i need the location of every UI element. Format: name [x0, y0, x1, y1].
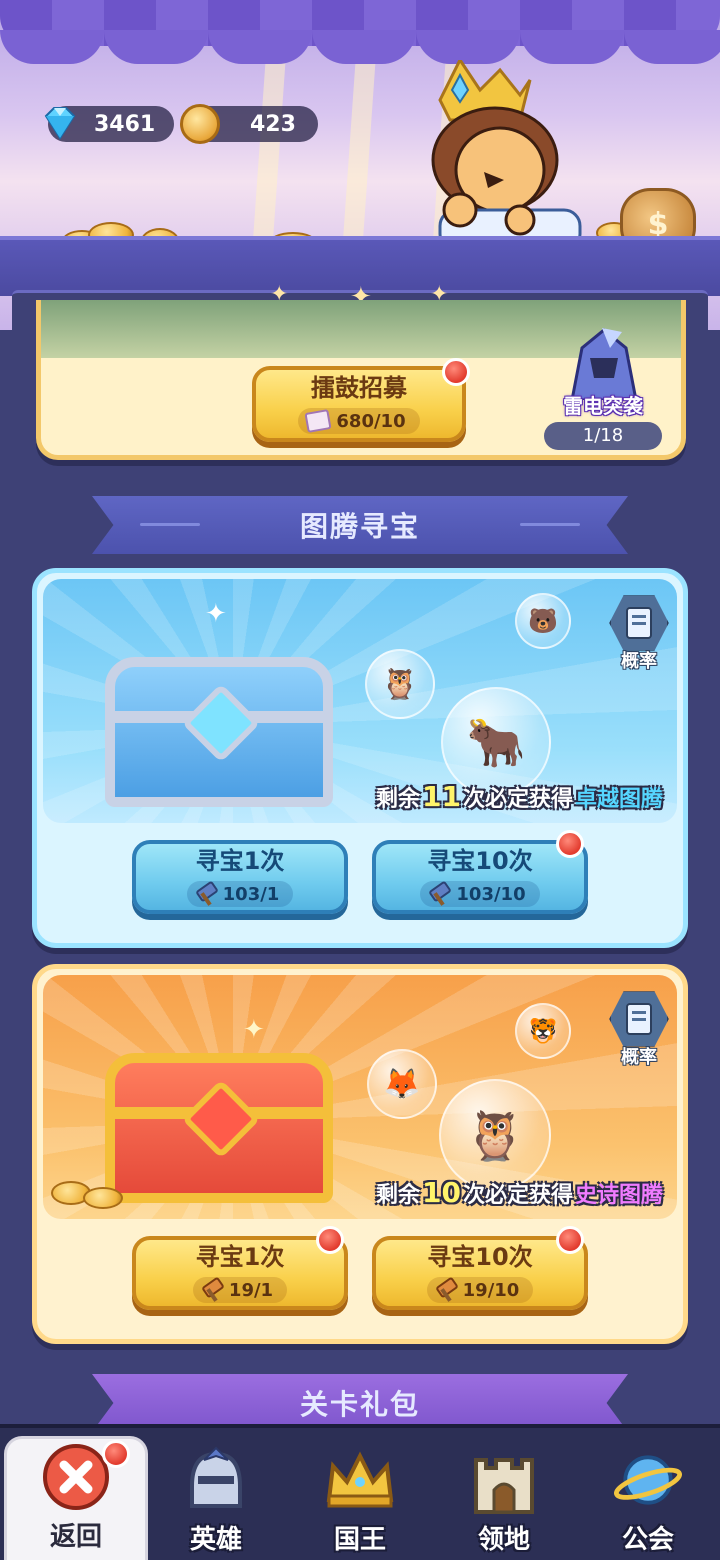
coin-counter[interactable]: 423	[180, 104, 318, 144]
draw-1-cost: 103/1	[186, 881, 294, 907]
guarantee-text: 剩余 10 次必定获得 史诗图腾	[376, 1176, 663, 1209]
draw-10-label: 寻宝10次	[427, 1243, 533, 1271]
guarantee-mid: 次必定获得	[462, 787, 573, 812]
owl-totem-icon: 🦉	[365, 649, 435, 719]
totem-card-orange: ✦ 🦊 🐯 🦉 概率 剩余 10 次必定获得 史诗图腾	[32, 964, 688, 1344]
bottom-nav: 返回 英雄 国王 领地 公会	[0, 1424, 720, 1560]
coin	[83, 1187, 123, 1209]
notification-dot	[442, 358, 470, 386]
draw-1-label: 寻宝1次	[195, 1243, 285, 1271]
chest-red	[105, 1053, 333, 1203]
fox-totem-icon: 🦊	[367, 1049, 437, 1119]
planet-icon	[614, 1455, 682, 1505]
helmet-icon	[190, 1446, 242, 1508]
notification-dot	[556, 830, 584, 858]
totem-art-orange: ✦ 🦊 🐯 🦉 概率 剩余 10 次必定获得 史诗图腾	[43, 975, 677, 1219]
probability-button[interactable]: 概率	[605, 593, 673, 673]
diamond-icon	[44, 107, 76, 140]
ribbon-decor	[140, 523, 200, 526]
curtain-scallop	[416, 30, 520, 64]
nav-label: 公会	[621, 1525, 674, 1555]
draw-10-cost: 19/10	[426, 1277, 534, 1303]
hammer-icon	[195, 883, 217, 905]
gem-counter[interactable]: 3461	[44, 106, 174, 142]
draw-10-button-blue[interactable]: 寻宝10次 103/10	[372, 840, 588, 914]
coin-amount: 423	[250, 111, 296, 137]
draw-1-cost: 19/1	[192, 1277, 288, 1303]
sparkle-icon: ✦	[243, 1015, 265, 1045]
totem-card-blue: ✦ 🦉 🐻 🐂 概率 剩余 11 次必定获得 卓越图腾	[32, 568, 688, 948]
guarantee-count: 10	[422, 1176, 461, 1209]
recruit-cost: 680/10	[298, 408, 420, 434]
recruit-button[interactable]: 擂鼓招募 680/10	[252, 366, 466, 442]
close-icon	[43, 1444, 109, 1510]
notification-dot	[556, 1226, 584, 1254]
section-title: 关卡礼包	[299, 1388, 420, 1421]
curtain-scallop	[312, 30, 416, 64]
draw-10-button-orange[interactable]: 寻宝10次 19/10	[372, 1236, 588, 1310]
guarantee-reward: 卓越图腾	[574, 787, 663, 812]
curtain-scallop	[520, 30, 624, 64]
guarantee-text: 剩余 11 次必定获得 卓越图腾	[376, 780, 663, 813]
curtain-scallop	[624, 30, 720, 64]
guarantee-count: 11	[422, 780, 461, 813]
hammer-icon	[201, 1279, 223, 1301]
castle-icon	[474, 1458, 534, 1514]
notification-dot	[102, 1440, 130, 1468]
probability-label: 概率	[621, 1047, 657, 1068]
draw-10-cost: 103/10	[420, 881, 540, 907]
totem-art-blue: ✦ 🦉 🐻 🐂 概率 剩余 11 次必定获得 卓越图腾	[43, 579, 677, 823]
curtain-scallop	[208, 30, 312, 64]
recruit-button-label: 擂鼓招募	[311, 374, 407, 402]
draw-10-label: 寻宝10次	[427, 847, 533, 875]
curtain-scallop	[0, 30, 104, 64]
owl-totem-epic-icon: 🦉	[439, 1079, 551, 1191]
nav-label: 国王	[333, 1525, 386, 1555]
tiger-totem-icon: 🐯	[515, 1003, 571, 1059]
nav-label: 英雄	[189, 1525, 242, 1555]
document-icon	[626, 1003, 652, 1035]
nav-heroes[interactable]: 英雄	[144, 1428, 288, 1560]
draw-10-cost-value: 19/10	[462, 1279, 520, 1301]
guarantee-mid: 次必定获得	[462, 1183, 573, 1208]
king-character	[431, 60, 582, 250]
draw-10-cost-value: 103/10	[456, 883, 526, 905]
nav-guild[interactable]: 公会	[576, 1428, 720, 1560]
chest-blue	[105, 657, 333, 807]
draw-1-button-blue[interactable]: 寻宝1次 103/1	[132, 840, 348, 914]
event-badge[interactable]: 雷电突袭 1/18	[544, 328, 662, 450]
guarantee-reward: 史诗图腾	[574, 1183, 663, 1208]
notification-dot	[316, 1226, 344, 1254]
hammer-icon	[428, 883, 450, 905]
probability-label: 概率	[621, 651, 657, 672]
document-icon	[626, 607, 652, 639]
gem-amount: 3461	[94, 111, 156, 137]
sparkle-icon: ✦	[205, 599, 227, 629]
crown-icon	[326, 1451, 394, 1508]
nav-label: 返回	[49, 1522, 102, 1552]
scroll-icon	[304, 409, 332, 433]
section-ribbon-totem: 图腾寻宝	[92, 496, 628, 554]
draw-1-cost-value: 19/1	[228, 1279, 274, 1301]
guarantee-prefix: 剩余	[375, 1183, 420, 1208]
draw-1-button-orange[interactable]: 寻宝1次 19/1	[132, 1236, 348, 1310]
hammer-icon	[435, 1279, 457, 1301]
section-title: 图腾寻宝	[299, 510, 420, 543]
nav-king[interactable]: 国王	[288, 1428, 432, 1560]
probability-button[interactable]: 概率	[605, 989, 673, 1069]
window-light	[343, 40, 377, 240]
nav-label: 领地	[477, 1525, 530, 1555]
draw-1-cost-value: 103/1	[222, 883, 280, 905]
nav-territory[interactable]: 领地	[432, 1428, 576, 1560]
event-progress: 1/18	[544, 422, 662, 450]
bear-totem-icon: 🐻	[515, 593, 571, 649]
event-title: 雷电突袭	[563, 394, 643, 418]
coin-icon	[180, 104, 220, 144]
guarantee-prefix: 剩余	[375, 787, 420, 812]
ribbon-decor	[520, 523, 580, 526]
draw-1-label: 寻宝1次	[195, 847, 285, 875]
curtain-scallop	[104, 30, 208, 64]
recruit-cost-value: 680/10	[336, 410, 406, 432]
